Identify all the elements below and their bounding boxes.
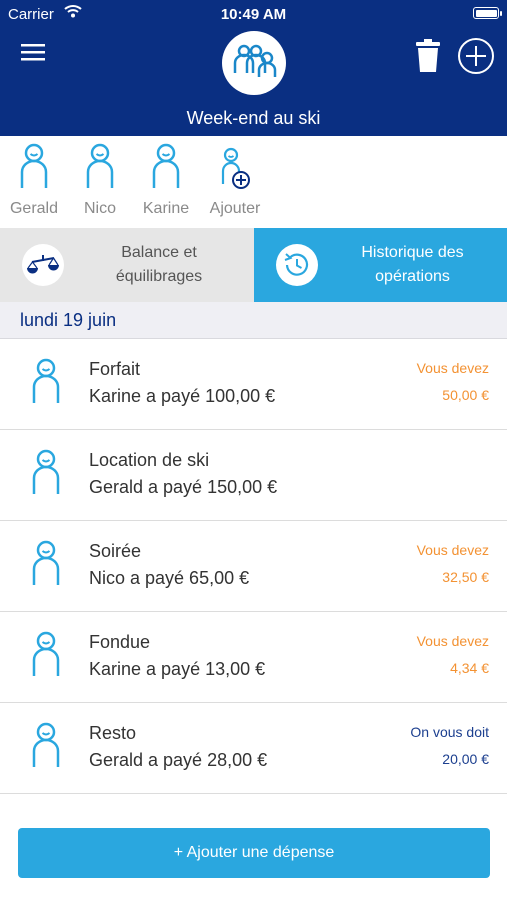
operation-status: Vous devez [416,542,489,558]
add-member-label: Ajouter [209,200,261,217]
member-gerald[interactable]: Gerald [4,142,64,218]
tab-history[interactable]: Historique des opérations [254,228,507,312]
hamburger-menu-icon [21,44,45,61]
operation-paid: Nico a payé 65,00 € [89,568,250,588]
group-people-icon [222,31,286,95]
date-label: lundi 19 juin [20,310,117,330]
page-title: Week-end au ski [186,108,321,128]
person-icon [30,539,62,592]
battery-icon [473,7,502,19]
operation-title: Location de ski [89,450,210,470]
operation-amount: 4,34 € [450,660,489,676]
add-expense-button[interactable]: + Ajouter une dépense [18,828,490,878]
person-icon [30,448,62,501]
operation-status: On vous doit [410,724,489,740]
history-clock-icon [276,244,318,286]
tab-history-label-line1: Historique des [361,244,464,261]
tab-balance[interactable]: Balance et équilibrages [0,228,254,302]
operation-status: Vous devez [416,633,489,649]
status-bar: Carrier 10:49 AM [0,0,507,28]
operation-row[interactable]: Fondue Karine a payé 13,00 € Vous devez 4,3… [0,612,507,703]
operation-title: Forfait [89,359,141,379]
tab-history-label-line2: opérations [375,268,450,285]
operation-paid: Gerald a payé 150,00 € [89,477,278,497]
tab-balance-label: Balance et équilibrages [64,241,254,289]
add-button[interactable] [456,36,496,76]
operation-title: Fondue [89,632,151,652]
scale-icon [22,244,64,286]
add-person-icon [221,147,250,189]
plus-circle-icon [458,38,494,74]
tab-balance-label-line2: équilibrages [115,268,203,285]
operation-amount: 32,50 € [442,569,489,585]
menu-button[interactable] [18,38,50,66]
operation-row[interactable]: Location de ski Gerald a payé 150,00 € [0,430,507,521]
operation-paid: Karine a payé 100,00 € [89,386,276,406]
operation-paid: Karine a payé 13,00 € [89,659,266,679]
date-section-header: lundi 19 juin [0,302,507,339]
operation-row[interactable]: Forfait Karine a payé 100,00 € Vous devez 5… [0,339,507,430]
operation-row[interactable]: Resto Gerald a payé 28,00 € On vous doit 20… [0,703,507,794]
delete-button[interactable] [410,36,446,76]
status-time: 10:49 AM [220,6,287,23]
operation-amount: 50,00 € [442,387,489,403]
member-name: Karine [142,200,190,217]
operation-title: Soirée [89,541,142,561]
operation-paid: Gerald a payé 28,00 € [89,750,268,770]
person-icon [30,630,62,683]
person-icon [86,143,114,188]
trash-icon [416,39,440,72]
person-icon [20,143,48,188]
tab-bar: Balance et équilibrages Historique des o… [0,228,507,312]
app-header: Carrier 10:49 AM Week-end au ski [0,0,507,136]
tab-balance-label-line1: Balance et [121,244,197,261]
add-member-button[interactable]: Ajouter [202,142,268,218]
operations-list: Forfait Karine a payé 100,00 € Vous devez 5… [0,339,507,794]
operation-title: Resto [89,723,137,743]
operation-amount: 20,00 € [442,751,489,767]
member-karine[interactable]: Karine [136,142,196,218]
person-icon [30,721,62,774]
tab-history-label: Historique des opérations [318,241,507,289]
member-name: Nico [83,200,116,217]
member-name: Gerald [9,200,59,217]
operation-status: Vous devez [416,360,489,376]
person-icon [152,143,180,188]
person-icon [30,357,62,410]
members-bar: Gerald Nico Karine Ajouter [0,136,507,228]
operation-row[interactable]: Soirée Nico a payé 65,00 € Vous devez 32,50… [0,521,507,612]
member-nico[interactable]: Nico [70,142,130,218]
